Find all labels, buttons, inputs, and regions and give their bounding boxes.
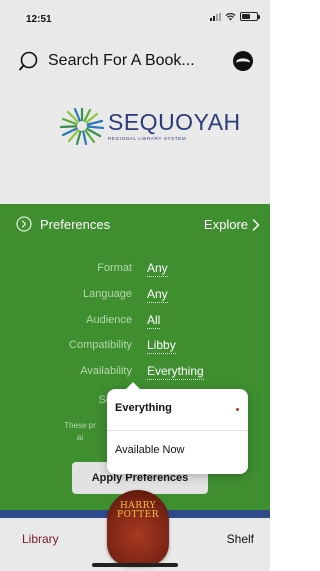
chevron-right-icon	[252, 218, 260, 231]
preference-value-audience[interactable]: All	[147, 313, 161, 329]
search-bar[interactable]: Search For A Book...	[18, 50, 195, 72]
tab-shelf[interactable]: Shelf	[227, 532, 254, 546]
availability-dropdown: Everything Available Now	[107, 382, 248, 474]
explore-link[interactable]: Explore	[204, 217, 260, 232]
current-book-cover[interactable]: HARRY POTTER	[107, 490, 169, 566]
selected-indicator-icon	[236, 408, 239, 411]
preferences-bar: Preferences Explore	[0, 204, 270, 246]
preference-label: Availability	[80, 365, 132, 377]
option-label: Available Now	[115, 444, 185, 456]
home-indicator[interactable]	[92, 563, 178, 567]
book-title-line: POTTER	[117, 510, 159, 520]
status-time: 12:51	[26, 14, 52, 25]
logo-name: SEQUOYAH	[108, 109, 241, 135]
explore-label: Explore	[203, 217, 248, 232]
option-label: Everything	[115, 402, 172, 414]
preference-value-compatibility[interactable]: Libby	[147, 338, 176, 354]
preference-label: Format	[97, 262, 132, 274]
preference-row-availability: Availability Everything	[0, 363, 270, 383]
note-fragment: ai	[76, 433, 84, 442]
sequoyah-emblem-icon	[59, 107, 105, 146]
battery-icon	[240, 12, 260, 21]
wifi-icon	[225, 13, 236, 21]
search-icon	[19, 51, 38, 71]
preference-label: Language	[83, 288, 132, 300]
preference-row-audience: Audience All	[0, 312, 270, 332]
book-cover-title: HARRY POTTER	[107, 502, 169, 520]
tab-library[interactable]: Library	[22, 532, 59, 546]
preference-row-language: Language Any	[0, 286, 270, 306]
note-fragment: These pr	[64, 421, 96, 430]
dropdown-option-available-now[interactable]: Available Now	[107, 431, 248, 472]
dropdown-option-everything[interactable]: Everything	[107, 389, 248, 430]
cellular-signal-icon	[210, 12, 221, 21]
preferences-toggle-icon[interactable]	[16, 216, 32, 232]
account-icon[interactable]	[232, 50, 254, 72]
library-logo: SEQUOYAH REGIONAL LIBRARY SYSTEM	[58, 106, 241, 146]
preference-value-format[interactable]: Any	[147, 261, 168, 277]
status-bar: 12:51	[0, 0, 270, 36]
logo-subtitle: REGIONAL LIBRARY SYSTEM	[108, 136, 187, 141]
preference-value-language[interactable]: Any	[147, 287, 168, 303]
preference-row-compatibility: Compatibility Libby	[0, 337, 270, 357]
preferences-title[interactable]: Preferences	[40, 217, 110, 232]
status-icons	[210, 12, 260, 21]
preference-label: Audience	[86, 314, 132, 326]
preference-value-availability[interactable]: Everything	[147, 364, 204, 380]
search-input[interactable]: Search For A Book...	[48, 52, 195, 70]
preference-label: Compatibility	[69, 339, 132, 351]
preference-row-format: Format Any	[0, 260, 270, 280]
header: Search For A Book... SEQUOYAH REGIONAL L…	[0, 36, 270, 204]
